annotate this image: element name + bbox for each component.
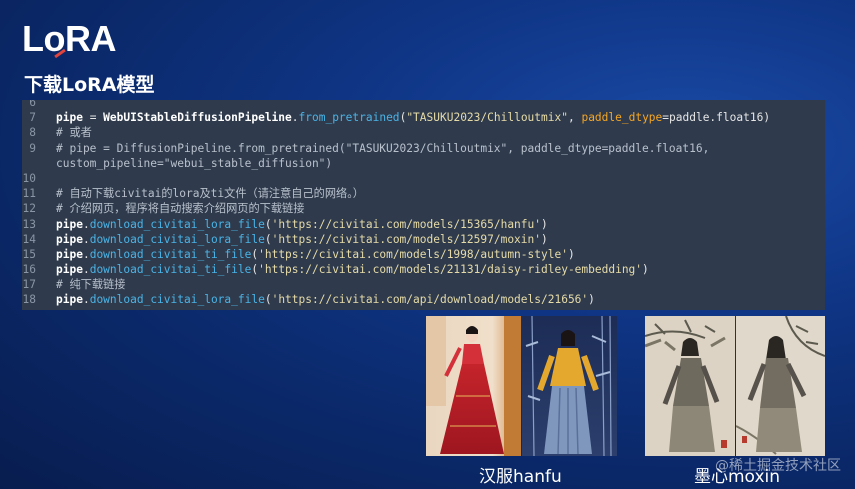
code-line: 12 # 介绍网页，程序将自动搜索介绍网页的下载链接: [22, 201, 825, 216]
code-line: 10: [22, 171, 825, 186]
line-number: 14: [22, 232, 36, 246]
line-number: 11: [22, 187, 36, 201]
code-token: pipe: [56, 263, 83, 277]
code-token: ): [567, 247, 575, 261]
line-number: 17: [22, 278, 36, 292]
slide-subtitle: 下载LoRA模型: [24, 74, 155, 96]
code-text: # 纯下载链接: [56, 277, 125, 292]
code-token: .: [82, 217, 90, 231]
code-token: from_pretrained: [298, 111, 400, 125]
code-token: download_civitai_lora_file: [89, 293, 265, 307]
line-number: 16: [22, 263, 36, 277]
code-token: (: [264, 293, 272, 307]
code-line: 15 pipe.download_civitai_ti_file('https:/…: [22, 247, 825, 262]
code-text: # pipe = DiffusionPipeline.from_pretrain…: [56, 141, 709, 156]
code-token: .: [82, 263, 90, 277]
code-token: .: [82, 247, 90, 261]
code-token: pipe: [56, 232, 83, 246]
hanfu-image-2: [522, 316, 617, 456]
code-line: 17 # 纯下载链接: [22, 277, 825, 292]
code-token: .: [82, 293, 90, 307]
code-text: pipe = WebUIStableDiffusionPipeline.from…: [56, 110, 770, 125]
code-token: download_civitai_lora_file: [89, 232, 265, 246]
code-text: custom_pipeline="webui_stable_diffusion"…: [56, 156, 332, 171]
code-token: ): [541, 232, 548, 246]
moxin-image-1: [645, 316, 735, 456]
code-line: 13 pipe.download_civitai_lora_file('https…: [22, 217, 825, 232]
code-token: 'https://civitai.com/models/1998/autumn-…: [258, 247, 568, 261]
code-token: (: [264, 232, 272, 246]
line-number: 18: [22, 293, 36, 307]
code-token: download_civitai_ti_file: [89, 247, 252, 261]
slide-title: LoRA: [22, 18, 116, 59]
code-token: pipe: [56, 293, 83, 307]
code-line: 18 pipe.download_civitai_lora_file('https…: [22, 292, 825, 307]
code-line: 14 pipe.download_civitai_lora_file('https…: [22, 232, 825, 247]
code-token: # 介绍网页，程序将自动搜索介绍网页的下载链接: [56, 202, 305, 216]
code-token: # 或者: [56, 126, 92, 140]
code-token: # pipe = DiffusionPipeline.from_pretrain…: [56, 141, 710, 155]
code-text: # 介绍网页，程序将自动搜索介绍网页的下载链接: [56, 201, 304, 216]
hanfu-caption: 汉服hanfu: [479, 467, 562, 487]
code-block: 6 7 pipe = WebUIStableDiffusionPipeline.fr…: [22, 100, 825, 310]
line-number: 8: [29, 126, 36, 140]
line-number: 6: [29, 100, 36, 109]
moxin-image-2: [736, 316, 825, 456]
code-line: 7 pipe = WebUIStableDiffusionPipeline.fro…: [22, 110, 825, 125]
code-token: =paddle.float16): [662, 111, 771, 125]
code-token: # 纯下载链接: [56, 278, 126, 292]
code-text: pipe.download_civitai_lora_file('https:/…: [56, 232, 548, 247]
line-number: 7: [29, 111, 36, 125]
code-token: 'https://civitai.com/models/21131/daisy-…: [258, 263, 643, 277]
code-line: 16 pipe.download_civitai_ti_file('https:/…: [22, 262, 825, 277]
code-token: pipe: [56, 111, 83, 125]
code-text: pipe.download_civitai_ti_file('https://c…: [56, 262, 649, 277]
code-token: custom_pipeline="webui_stable_diffusion"…: [56, 156, 333, 170]
code-token: =: [82, 111, 104, 125]
code-token: pipe: [56, 247, 83, 261]
line-number: 10: [22, 171, 36, 185]
code-token: ,: [567, 111, 582, 125]
line-number: 15: [22, 247, 36, 261]
code-line: 8 # 或者: [22, 125, 825, 140]
code-text: pipe.download_civitai_ti_file('https://c…: [56, 247, 575, 262]
watermark: @稀土掘金技术社区: [715, 458, 841, 474]
code-line: 9 # pipe = DiffusionPipeline.from_pretrai…: [22, 141, 825, 156]
code-text: pipe.download_civitai_lora_file('https:/…: [56, 292, 595, 307]
code-line: 11 # 自动下载civitai的lora及ti文件（请注意自己的网络。）: [22, 186, 825, 201]
code-token: paddle_dtype: [581, 111, 663, 125]
code-token: "TASUKU2023/Chilloutmix": [406, 111, 568, 125]
hanfu-image-1: [426, 316, 521, 456]
code-token: .: [291, 111, 299, 125]
code-token: ): [541, 217, 548, 231]
code-token: download_civitai_lora_file: [89, 217, 265, 231]
code-token: # 自动下载civitai的lora及ti文件（请注意自己的网络。）: [56, 187, 364, 201]
line-number: 9: [29, 141, 36, 155]
code-token: 'https://civitai.com/models/15365/hanfu': [271, 217, 541, 231]
code-text: # 或者: [56, 125, 92, 140]
code-token: 'https://civitai.com/api/download/models…: [271, 293, 589, 307]
code-line: custom_pipeline="webui_stable_diffusion"…: [22, 156, 825, 171]
code-token: (: [264, 217, 272, 231]
code-token: 'https://civitai.com/models/12597/moxin': [271, 232, 541, 246]
code-text: # 自动下载civitai的lora及ti文件（请注意自己的网络。）: [56, 186, 364, 201]
code-token: ): [588, 293, 595, 307]
code-token: download_civitai_ti_file: [89, 263, 252, 277]
code-token: pipe: [56, 217, 83, 231]
code-token: ): [642, 263, 649, 277]
line-number: 13: [22, 217, 36, 231]
code-token: WebUIStableDiffusionPipeline: [103, 111, 292, 125]
line-number: 12: [22, 202, 36, 216]
code-line: 6: [22, 100, 825, 110]
code-text: pipe.download_civitai_lora_file('https:/…: [56, 217, 548, 232]
code-token: .: [82, 232, 90, 246]
